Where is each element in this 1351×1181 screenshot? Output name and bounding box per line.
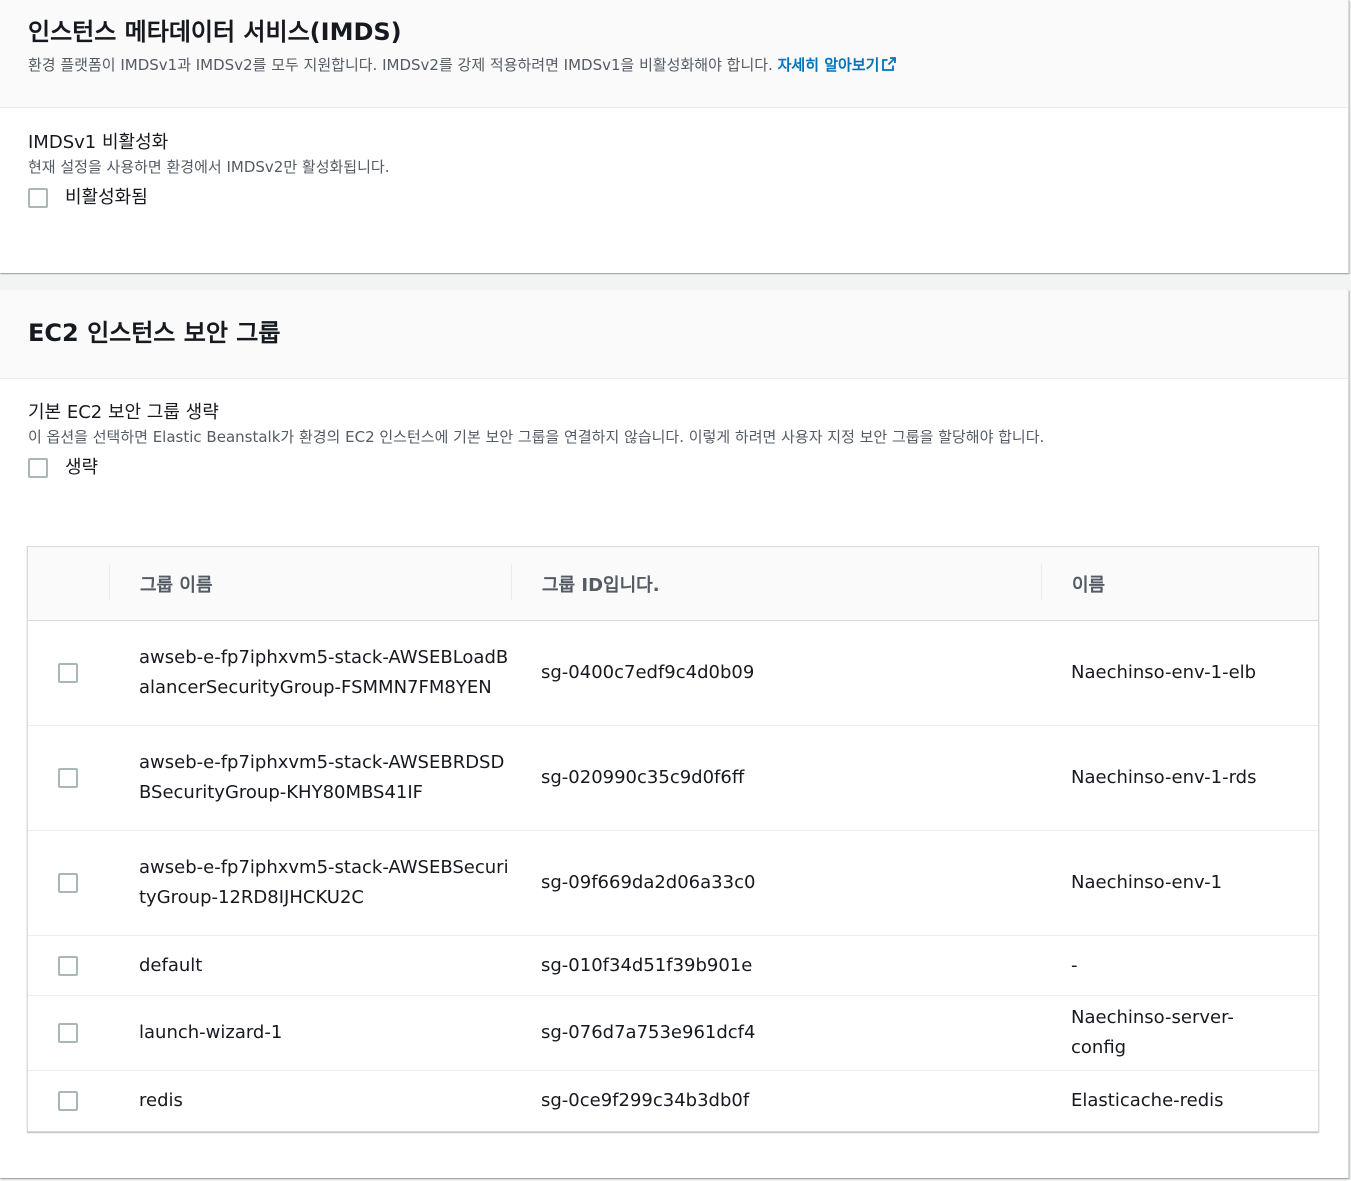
imds-title: 인스턴스 메타데이터 서비스(IMDS) — [28, 18, 402, 46]
imdsv1-disabled-label: 비활성화됨 — [65, 187, 148, 208]
name-cell: - — [1071, 954, 1078, 976]
group-name-cell: launch-wizard-1 — [139, 1022, 283, 1043]
row-checkbox-cell — [58, 621, 78, 725]
external-link-icon — [882, 57, 897, 71]
security-group-panel-header: EC2 인스턴스 보안 그룹 — [0, 290, 1348, 379]
group-name-cell: awseb-e-fp7iphxvm5-stack-AWSEBRDSDBSecur… — [139, 752, 505, 803]
row-checkbox[interactable] — [58, 663, 78, 683]
group-id-cell: sg-0400c7edf9c4d0b09 — [541, 662, 755, 683]
imdsv1-field-description: 현재 설정을 사용하면 환경에서 IMDSv2만 활성화됩니다. — [28, 158, 390, 176]
omit-option[interactable]: 생략 — [28, 456, 1044, 480]
name-cell: Naechinso-env-1 — [1071, 872, 1223, 893]
column-header-name[interactable]: 이름 — [1042, 547, 1105, 621]
row-checkbox[interactable] — [58, 955, 78, 976]
group-name-cell: default — [139, 954, 203, 976]
name-cell: Naechinso-env-1-elb — [1071, 662, 1257, 683]
omit-checkbox[interactable] — [28, 458, 48, 478]
omit-default-sg-field: 기본 EC2 보안 그룹 생략 이 옵션을 선택하면 Elastic Beans… — [28, 400, 1044, 480]
group-id-cell: sg-010f34d51f39b901e — [541, 954, 753, 976]
table-header: 그룹 이름 그룹 ID입니다. 이름 — [28, 547, 1318, 621]
imds-panel-header: 인스턴스 메타데이터 서비스(IMDS) 환경 플랫폼이 IMDSv1과 IMD… — [0, 0, 1348, 108]
group-id-cell: sg-09f669da2d06a33c0 — [541, 872, 756, 893]
security-group-panel: EC2 인스턴스 보안 그룹 기본 EC2 보안 그룹 생략 이 옵션을 선택하… — [0, 290, 1349, 1178]
name-cell: Elasticache-redis — [1071, 1090, 1224, 1111]
row-checkbox-cell — [58, 726, 78, 830]
imdsv1-disable-field: IMDSv1 비활성화 현재 설정을 사용하면 환경에서 IMDSv2만 활성화… — [28, 130, 389, 210]
name-cell: Naechinso-server-config — [1071, 1007, 1234, 1058]
imds-description: 환경 플랫폼이 IMDSv1과 IMDSv2를 모두 지원합니다. IMDSv2… — [28, 54, 897, 76]
imdsv1-disabled-option[interactable]: 비활성화됨 — [28, 186, 389, 210]
learn-more-link[interactable]: 자세히 알아보기 — [778, 56, 898, 74]
column-header-group-id[interactable]: 그룹 ID입니다. — [512, 547, 660, 621]
omit-default-sg-label: 기본 EC2 보안 그룹 생략 — [28, 402, 219, 423]
group-name-cell: awseb-e-fp7iphxvm5-stack-AWSEBSecurityGr… — [139, 857, 509, 908]
imds-panel: 인스턴스 메타데이터 서비스(IMDS) 환경 플랫폼이 IMDSv1과 IMD… — [0, 0, 1349, 273]
table-row[interactable]: redis sg-0ce9f299c34b3db0f Elasticache-r… — [28, 1071, 1318, 1131]
security-group-table: 그룹 이름 그룹 ID입니다. 이름 awseb-e-fp7iphxvm5-st… — [27, 546, 1319, 1132]
table-row[interactable]: awseb-e-fp7iphxvm5-stack-AWSEBLoadBalanc… — [28, 621, 1318, 726]
row-checkbox-cell — [58, 1071, 78, 1131]
table-row[interactable]: awseb-e-fp7iphxvm5-stack-AWSEBSecurityGr… — [28, 831, 1318, 936]
table-row[interactable]: default sg-010f34d51f39b901e - — [28, 936, 1318, 996]
group-id-cell: sg-0ce9f299c34b3db0f — [541, 1090, 750, 1111]
name-cell: Naechinso-env-1-rds — [1071, 767, 1257, 788]
row-checkbox-cell — [58, 831, 78, 935]
group-name-cell: redis — [139, 1090, 183, 1111]
row-checkbox[interactable] — [58, 1023, 78, 1043]
row-checkbox[interactable] — [58, 768, 78, 788]
row-checkbox-cell — [58, 996, 78, 1070]
table-row[interactable]: awseb-e-fp7iphxvm5-stack-AWSEBRDSDBSecur… — [28, 726, 1318, 831]
omit-label: 생략 — [65, 457, 99, 478]
column-header-group-name[interactable]: 그룹 이름 — [110, 547, 213, 621]
table-row[interactable]: launch-wizard-1 sg-076d7a753e961dcf4 Nae… — [28, 996, 1318, 1071]
security-group-title: EC2 인스턴스 보안 그룹 — [28, 319, 281, 347]
group-name-cell: awseb-e-fp7iphxvm5-stack-AWSEBLoadBalanc… — [139, 647, 509, 698]
row-checkbox[interactable] — [58, 873, 78, 893]
imdsv1-disabled-checkbox[interactable] — [28, 188, 48, 208]
row-checkbox-cell — [58, 936, 78, 995]
group-id-cell: sg-076d7a753e961dcf4 — [541, 1022, 756, 1043]
imds-description-text: 환경 플랫폼이 IMDSv1과 IMDSv2를 모두 지원합니다. IMDSv2… — [28, 56, 773, 74]
group-id-cell: sg-020990c35c9d0f6ff — [541, 767, 745, 788]
imdsv1-field-label: IMDSv1 비활성화 — [28, 132, 169, 153]
omit-default-sg-description: 이 옵션을 선택하면 Elastic Beanstalk가 환경의 EC2 인스… — [28, 428, 1045, 446]
row-checkbox[interactable] — [58, 1091, 78, 1111]
learn-more-label: 자세히 알아보기 — [777, 56, 880, 74]
